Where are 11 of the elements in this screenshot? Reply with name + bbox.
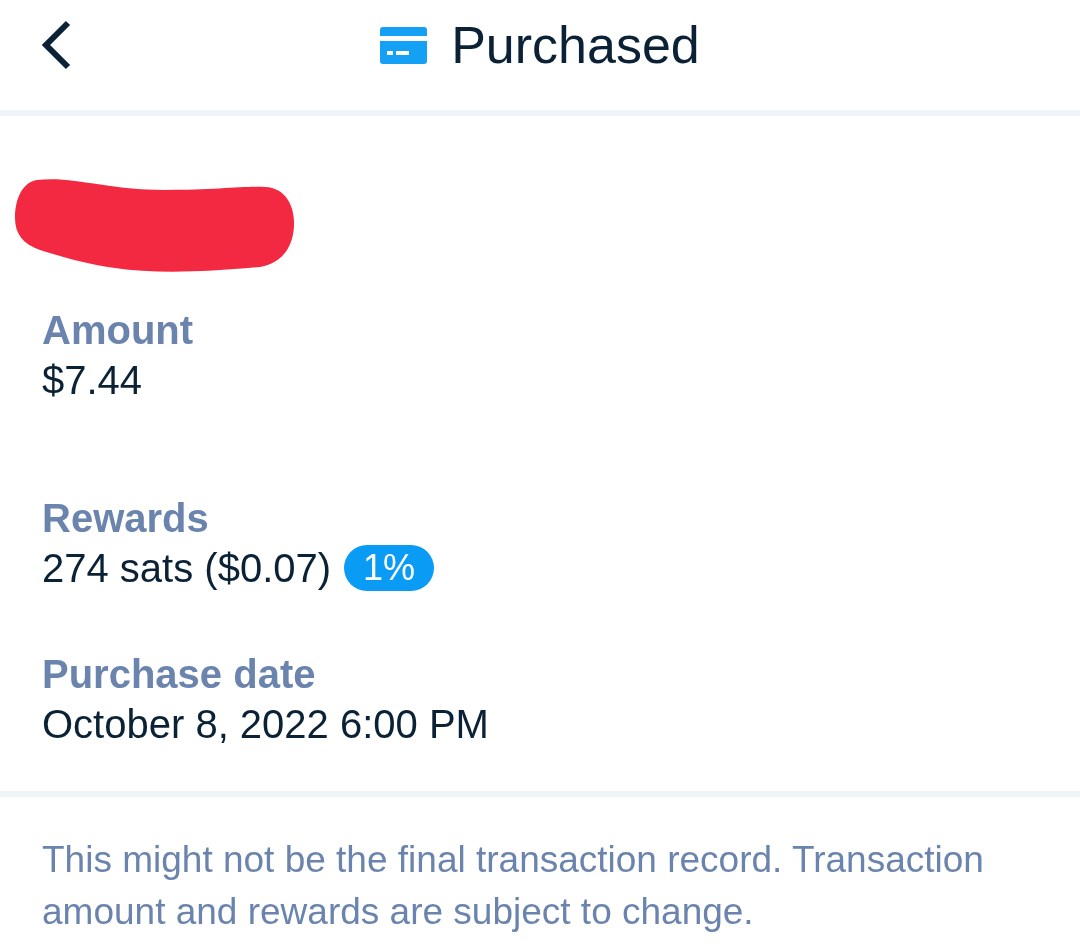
field-label: Purchase date (42, 651, 316, 698)
reward-rate-badge: 1% (344, 545, 435, 591)
page-title: Purchased (451, 15, 700, 75)
field-label: Rewards (42, 495, 209, 542)
disclaimer-text: This might not be the final transaction record. Transaction amount and rewards are subject to change. (42, 838, 985, 934)
field-value: 274 sats ($0.07) (42, 545, 332, 592)
credit-card-icon (380, 26, 428, 64)
field-value: October 8, 2022 6:00 PM (42, 701, 489, 748)
field-value: $7.44 (42, 357, 143, 404)
field-label: Amount (42, 307, 194, 354)
back-icon (40, 20, 72, 70)
